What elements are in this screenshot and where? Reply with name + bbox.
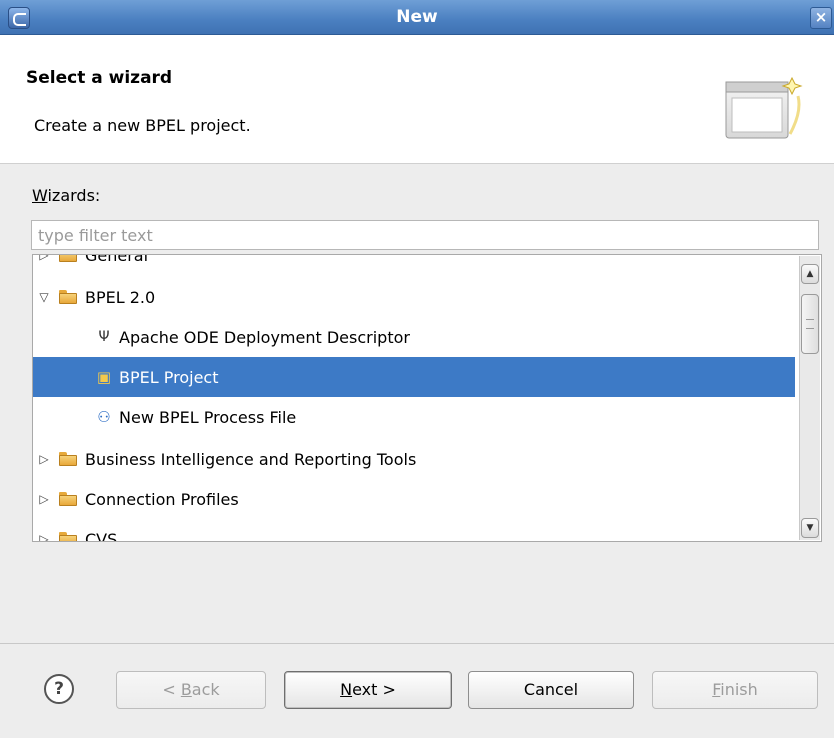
tree-item[interactable]: ▷ Business Intelligence and Reporting Too… xyxy=(33,439,795,479)
expanded-toggle-icon[interactable]: ▽ xyxy=(35,290,53,304)
folder-icon xyxy=(59,452,79,466)
close-button[interactable]: × xyxy=(810,7,832,29)
tree-item[interactable]: ▷ General xyxy=(33,255,795,275)
deployment-descriptor-icon: Ψ xyxy=(98,329,110,345)
back-button-text: ack xyxy=(191,680,220,699)
wizards-label-mnemonic: W xyxy=(32,186,48,205)
folder-icon xyxy=(59,255,79,262)
collapsed-toggle-icon[interactable]: ▷ xyxy=(35,255,53,262)
tree-item[interactable]: Ψ Apache ODE Deployment Descriptor xyxy=(33,317,795,357)
wizard-page-description: Create a new BPEL project. xyxy=(34,116,251,135)
wizards-label: Wizards: xyxy=(32,186,100,205)
tree-item-label: Apache ODE Deployment Descriptor xyxy=(119,327,410,347)
tree-item[interactable]: ⚇ New BPEL Process File xyxy=(33,397,795,437)
footer-separator xyxy=(0,643,834,644)
cancel-button[interactable]: Cancel xyxy=(468,671,634,709)
wizards-label-text: izards: xyxy=(47,186,101,205)
wizard-tree-rows: ▷ General ▽ BPEL 2.0 Ψ Apache ODE Deployment … xyxy=(33,255,799,541)
bpel-project-icon: ▣ xyxy=(96,368,112,386)
tree-item[interactable]: ▷ CVS xyxy=(33,519,795,541)
tree-item-label: General xyxy=(85,255,149,265)
window-title: New xyxy=(396,7,438,27)
folder-icon xyxy=(59,532,79,541)
tree-scrollbar[interactable]: ▲ ▼ xyxy=(799,256,820,540)
bpel-process-file-icon: ⚇ xyxy=(97,408,111,426)
next-button[interactable]: Next > xyxy=(284,671,452,709)
help-button[interactable]: ? xyxy=(44,674,74,704)
back-button-prefix: < xyxy=(162,680,181,699)
tree-item-label: New BPEL Process File xyxy=(119,407,297,427)
scroll-thumb[interactable] xyxy=(801,294,819,354)
back-button[interactable]: < Back xyxy=(116,671,266,709)
tree-item[interactable]: ▣ BPEL Project xyxy=(33,357,795,397)
tree-item-label: BPEL Project xyxy=(119,367,219,387)
tree-item[interactable]: ▷ Connection Profiles xyxy=(33,479,795,519)
tree-item-label: CVS xyxy=(85,529,118,542)
back-button-mnemonic: B xyxy=(180,680,192,699)
wizard-header xyxy=(0,35,834,164)
tree-item-label: Connection Profiles xyxy=(85,489,239,509)
finish-button[interactable]: Finish xyxy=(652,671,818,709)
finish-button-text: inish xyxy=(720,680,758,699)
folder-icon xyxy=(59,290,79,304)
new-wizard-banner-icon xyxy=(725,76,803,139)
scroll-down-button[interactable]: ▼ xyxy=(801,518,819,538)
tree-item-label: Business Intelligence and Reporting Tool… xyxy=(85,449,417,469)
tree-item-label: BPEL 2.0 xyxy=(85,287,156,307)
collapsed-toggle-icon[interactable]: ▷ xyxy=(35,452,53,466)
folder-icon xyxy=(59,492,79,506)
wizard-page-title: Select a wizard xyxy=(26,68,173,88)
title-bar: New × xyxy=(0,0,834,35)
filter-input[interactable] xyxy=(31,220,819,250)
scroll-up-button[interactable]: ▲ xyxy=(801,264,819,284)
tree-item[interactable]: ▽ BPEL 2.0 xyxy=(33,277,795,317)
collapsed-toggle-icon[interactable]: ▷ xyxy=(35,532,53,541)
next-button-mnemonic: N xyxy=(340,680,353,699)
collapsed-toggle-icon[interactable]: ▷ xyxy=(35,492,53,506)
next-button-text: ext > xyxy=(352,680,396,699)
wizard-tree[interactable]: ▷ General ▽ BPEL 2.0 Ψ Apache ODE Deployment … xyxy=(32,254,822,542)
